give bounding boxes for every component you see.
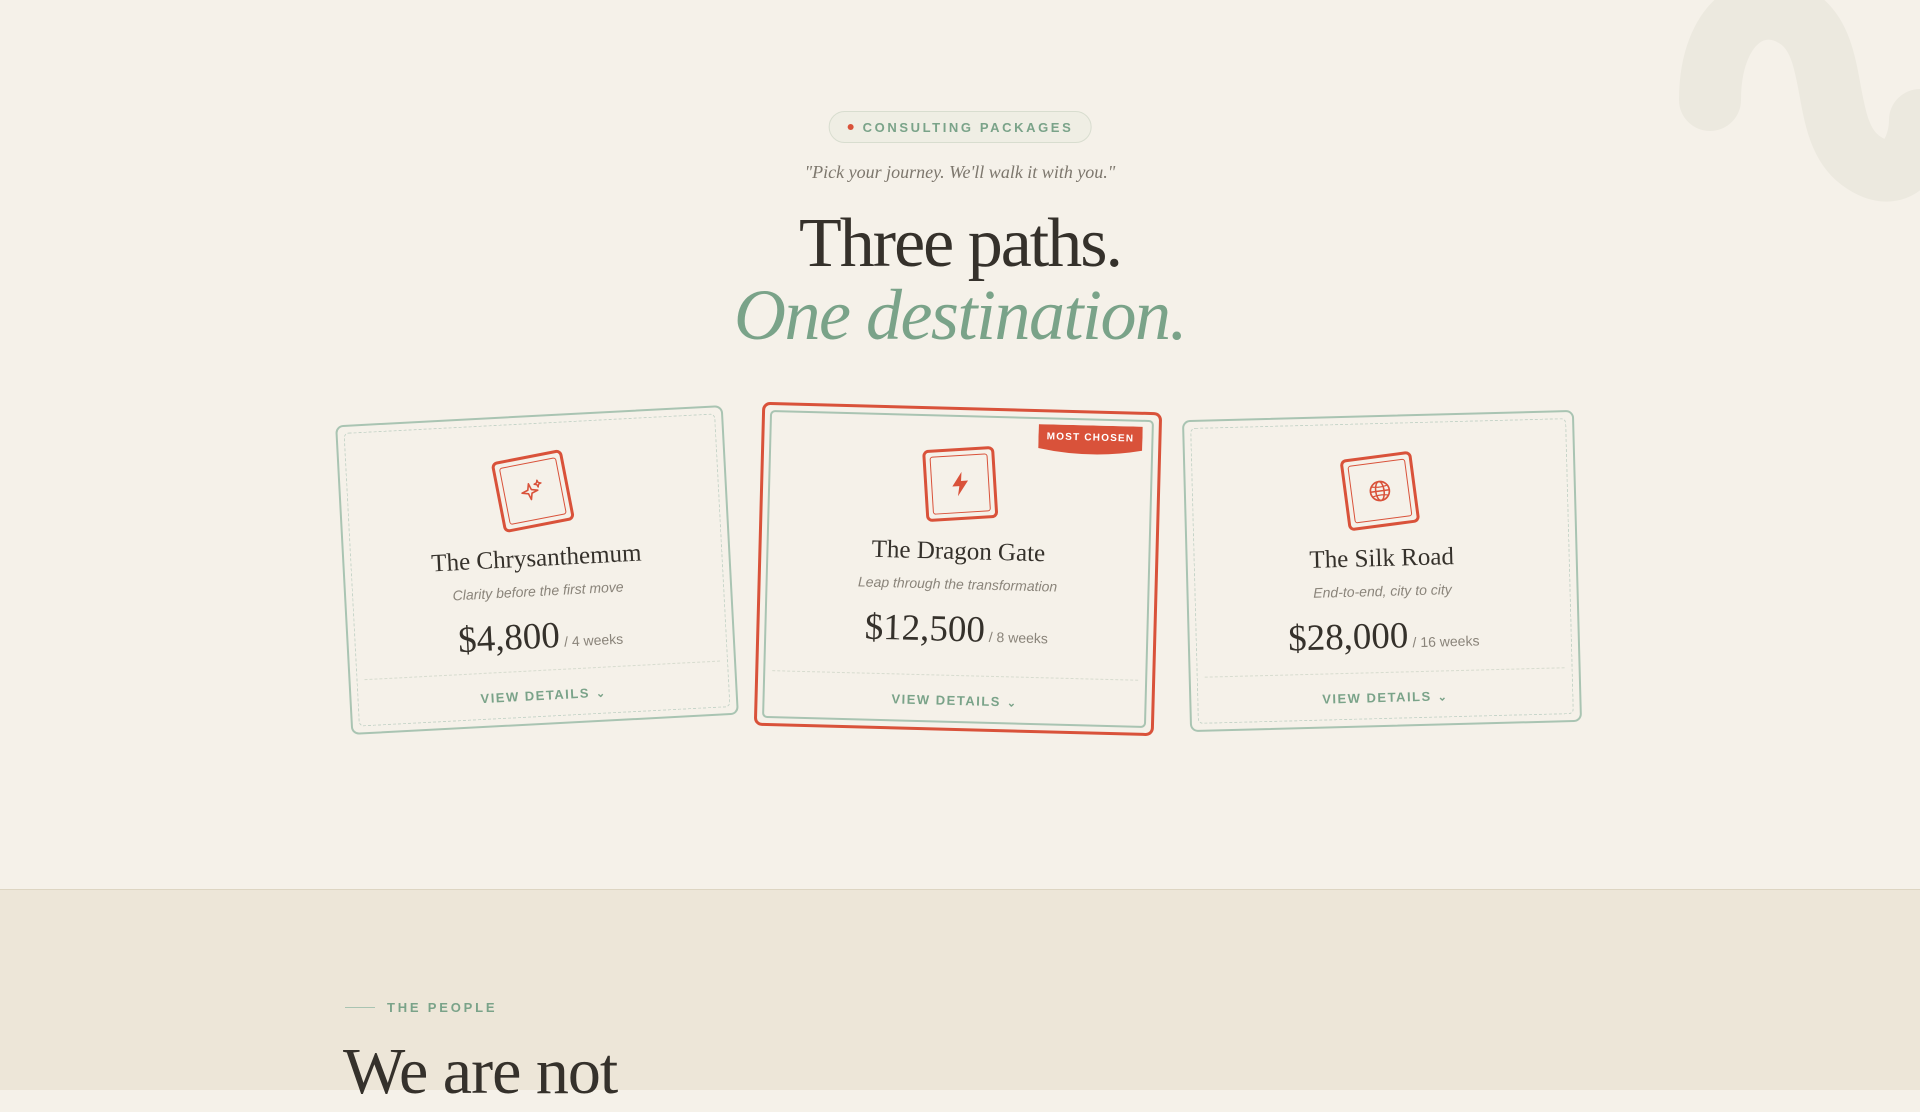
most-chosen-ribbon: MOST CHOSEN — [1038, 424, 1143, 457]
package-card-chrysanthemum[interactable]: The Chrysanthemum Clarity before the fir… — [335, 405, 739, 735]
people-heading: We are not — [343, 1035, 618, 1108]
eyebrow-rule — [345, 1007, 375, 1008]
package-price: $28,000 — [1287, 615, 1409, 660]
view-details-label: VIEW DETAILS — [891, 691, 1002, 710]
people-section: THE PEOPLE We are not — [0, 889, 1920, 1108]
badge-dot — [847, 124, 854, 130]
package-card-silk-road[interactable]: The Silk Road End-to-end, city to city $… — [1181, 409, 1583, 733]
sparkles-icon — [521, 479, 542, 501]
package-period: / 16 weeks — [1412, 632, 1480, 651]
package-icon-box — [1339, 450, 1421, 532]
section-quote: "Pick your journey. We'll walk it with y… — [804, 162, 1116, 182]
chevron-down-icon: ⌄ — [1437, 691, 1449, 704]
section-badge: CONSULTING PACKAGES — [828, 111, 1092, 143]
package-price: $4,800 — [457, 614, 561, 662]
packages-section: CONSULTING PACKAGES "Pick your journey. … — [0, 0, 1920, 890]
package-price: $12,500 — [864, 606, 986, 651]
page-title-line2: One destination. — [734, 275, 1187, 355]
package-period: / 4 weeks — [563, 630, 624, 650]
people-label: THE PEOPLE — [387, 1000, 498, 1015]
page-title-line1: Three paths. — [799, 205, 1123, 282]
package-icon-box — [922, 445, 999, 523]
chevron-down-icon: ⌄ — [595, 687, 607, 701]
package-period: / 8 weeks — [988, 628, 1049, 647]
badge-label: CONSULTING PACKAGES — [862, 119, 1074, 135]
package-card-dragon-gate[interactable]: MOST CHOSEN The Dragon Gate Leap through… — [753, 401, 1163, 737]
people-eyebrow: THE PEOPLE — [345, 1000, 497, 1015]
lightning-icon — [952, 471, 969, 497]
globe-icon — [1369, 480, 1391, 502]
package-icon-box — [490, 448, 576, 534]
chevron-down-icon: ⌄ — [1006, 697, 1018, 710]
view-details-label: VIEW DETAILS — [1322, 688, 1432, 707]
